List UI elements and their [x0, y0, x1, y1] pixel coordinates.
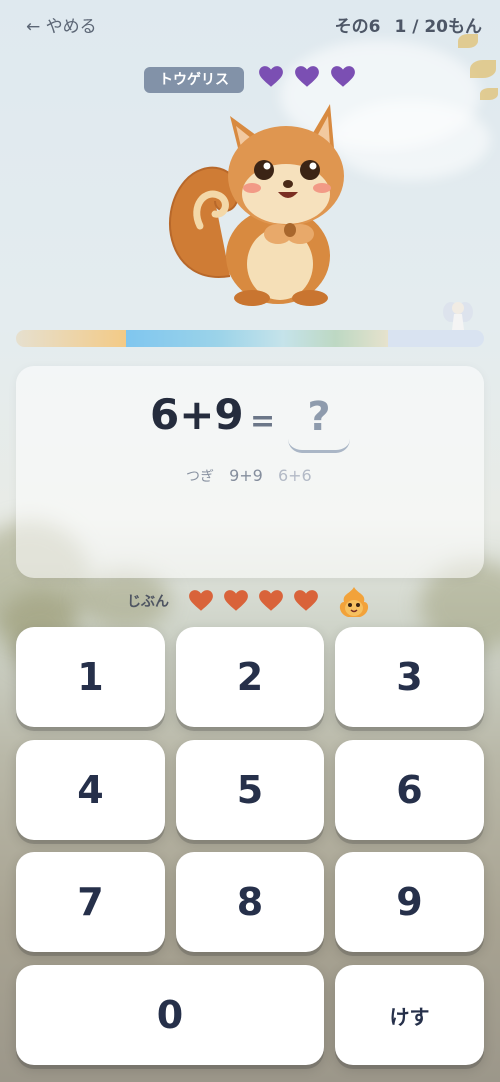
key-5[interactable]: 5	[176, 740, 324, 840]
next-questions: つぎ 9+9 6+6	[186, 466, 312, 486]
key-8[interactable]: 8	[176, 852, 324, 952]
clear-button[interactable]: けす	[335, 965, 484, 1065]
next-question: 6+6	[277, 466, 312, 485]
key-2[interactable]: 2	[176, 627, 324, 727]
key-7[interactable]: 7	[16, 852, 165, 952]
question-counter: 1 / 20もん	[394, 17, 482, 37]
player-status: じぶん	[0, 584, 500, 620]
key-9[interactable]: 9	[335, 852, 484, 952]
heart-icon	[224, 590, 248, 611]
key-6[interactable]: 6	[335, 740, 484, 840]
heart-icon	[259, 66, 283, 87]
heart-icon	[295, 66, 319, 87]
problem-expression: 6+9	[150, 390, 244, 439]
round-label: その6	[334, 17, 381, 37]
squirrel-character	[169, 104, 344, 306]
key-1[interactable]: 1	[16, 627, 165, 727]
next-question: 9+9	[229, 466, 263, 485]
heart-icon	[331, 66, 355, 87]
progress-label: その6 1 / 20もん	[335, 12, 482, 37]
key-3[interactable]: 3	[335, 627, 484, 727]
enemy-name: トウゲリス	[144, 67, 244, 93]
hp-bar-segment	[126, 330, 388, 347]
key-0[interactable]: 0	[16, 965, 324, 1065]
enemy-hp-bar	[16, 330, 484, 347]
equals-sign: =	[250, 404, 276, 439]
enemy-hearts	[258, 64, 356, 90]
answer-field[interactable]: ?	[288, 394, 350, 453]
hp-bar-segment	[16, 330, 126, 347]
enemy-status: トウゲリス	[0, 64, 500, 96]
hp-bar-segment-empty	[388, 330, 484, 347]
next-label: つぎ	[186, 469, 214, 485]
key-4[interactable]: 4	[16, 740, 165, 840]
heart-icon	[294, 590, 318, 611]
player-hearts	[188, 588, 319, 614]
heart-icon	[189, 590, 213, 611]
quit-button[interactable]: ← やめる	[26, 12, 97, 37]
top-bar: ← やめる その6 1 / 20もん	[0, 0, 500, 48]
player-label: じぶん	[127, 594, 169, 610]
heart-icon	[259, 590, 283, 611]
fire-pet-icon	[339, 587, 369, 617]
